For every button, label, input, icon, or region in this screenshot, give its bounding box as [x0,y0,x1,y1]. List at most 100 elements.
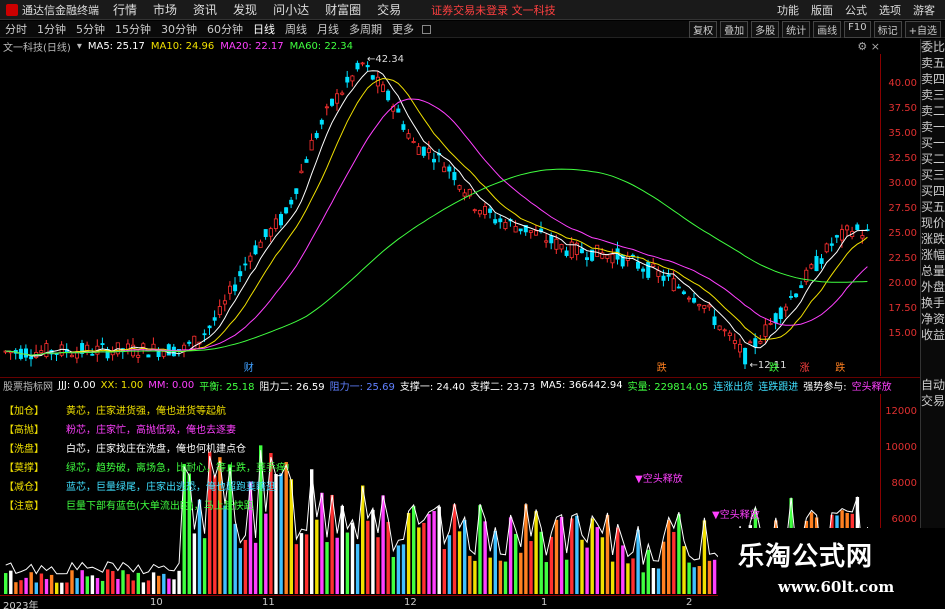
legend-desc: 绿芯，趋势破，离场急，比耐心，等止跌，莫手痒! [66,463,291,474]
volume-bar [565,559,569,594]
volume-bar [39,573,44,594]
menu-item-news[interactable]: 资讯 [185,1,225,18]
candle-body [794,293,799,298]
candle-body [161,351,166,357]
period-tab[interactable]: 分时 [0,21,32,37]
f10-button[interactable]: F10 [844,20,871,38]
candle-body [273,218,278,229]
legend-desc: 白芯，庄家找庄在洗盘，俺也何机建点仓 [66,444,246,455]
volume-bar [712,559,717,594]
candle-body [365,65,370,68]
price-tick: 20.00 [888,278,917,289]
volume-bar [473,560,477,594]
side-tab[interactable]: 卖四 [921,71,945,87]
period-tab[interactable]: 1分钟 [32,21,71,37]
price-tick: 40.00 [888,78,917,89]
period-tab[interactable]: 60分钟 [202,21,248,37]
legend-tag: 【莫撑】 [4,463,44,474]
ma60-line [5,168,868,356]
side-tab[interactable]: 现价 [921,215,945,231]
side-tab[interactable]: 委比 [921,39,945,55]
side-tab[interactable]: 涨幅 [921,247,945,263]
period-bar: 分时 1分钟 5分钟 15分钟 30分钟 60分钟 日线 周线 月线 多周期 更… [0,20,945,38]
period-tab[interactable]: 周线 [280,21,312,37]
period-tab[interactable]: 多周期 [344,21,387,37]
app-logo-icon [6,3,18,16]
menu-item-discover[interactable]: 发现 [225,1,265,18]
draw-line-button[interactable]: 画线 [813,20,842,38]
legend-tag: 【加仓】 [4,406,44,417]
side-tab[interactable]: 换手 [921,295,945,311]
candle-body [773,313,778,324]
side-tab[interactable]: 卖一 [921,119,945,135]
volume-bar [631,558,635,594]
multi-stock-button[interactable]: 多股 [751,20,780,38]
price-axis: 40.00 37.50 35.00 32.50 30.00 27.50 25.00 22.50… [880,54,920,376]
menu-item-trade[interactable]: 交易 [369,1,409,18]
candle-body [360,62,365,65]
menu-options[interactable]: 选项 [879,2,901,18]
candle-body [248,255,253,262]
menu-formula[interactable]: 公式 [845,2,867,18]
app-logo: 通达信金融终端 [0,2,105,18]
menu-item-wealth[interactable]: 财富圈 [317,1,369,18]
watermark-url: www.60lt.com [778,578,895,596]
volume-bar [672,531,676,594]
side-tab[interactable]: 卖三 [921,87,945,103]
volume-bar [177,570,181,594]
side-tab[interactable]: 买五 [921,199,945,215]
side-tab[interactable]: 自动 [921,377,945,393]
side-tab[interactable]: 买四 [921,183,945,199]
side-tab[interactable]: 总量 [921,263,945,279]
volume-bar [157,575,161,594]
balance-value: 平衡: 25.18 [199,382,255,393]
candle-body [738,343,743,353]
volume-bar [661,541,666,594]
side-tab[interactable]: 买一 [921,135,945,151]
period-tab[interactable]: 5分钟 [71,21,110,37]
more-checkbox[interactable] [422,24,431,34]
side-tab[interactable]: 涨跌 [921,231,945,247]
menu-item-quotes[interactable]: 行情 [105,1,145,18]
app-name: 通达信金融终端 [22,3,99,17]
period-tab-daily[interactable]: 日线 [248,21,280,37]
menu-function[interactable]: 功能 [777,2,799,18]
restore-rights-button[interactable]: 复权 [689,20,718,38]
short-release-label: ▼空头释放 [712,508,760,521]
event-marker: 跌 [769,361,779,374]
menu-item-market[interactable]: 市场 [145,1,185,18]
side-tab[interactable]: 卖二 [921,103,945,119]
menu-layout[interactable]: 版面 [811,2,833,18]
side-tab[interactable]: 买三 [921,167,945,183]
statistics-button[interactable]: 统计 [782,20,811,38]
side-tab[interactable]: 净资 [921,311,945,327]
candle-body [666,274,671,277]
menu-guest[interactable]: 游客 [913,2,935,18]
side-tab[interactable]: 交易 [921,393,945,409]
period-tab[interactable]: 月线 [312,21,344,37]
side-tab[interactable]: 买二 [921,151,945,167]
volume-bar [697,566,701,594]
period-tab[interactable]: 30分钟 [156,21,202,37]
overlay-button[interactable]: 叠加 [720,20,749,38]
mark-button[interactable]: 标记 [873,20,902,38]
menu-item-ask[interactable]: 问小达 [265,1,317,18]
sub-indicator-name[interactable]: 股票指标网 [3,378,53,393]
side-tab[interactable]: 卖五 [921,55,945,71]
side-tab[interactable]: 外盘 [921,279,945,295]
login-notice[interactable]: 证券交易未登录 文一科技 [431,2,556,18]
candle-body [763,324,768,337]
candle-body [380,84,385,92]
volume-bar [468,555,472,594]
side-tab[interactable]: 收益 [921,327,945,343]
volume-bar [223,505,227,594]
period-tab[interactable]: 15分钟 [110,21,156,37]
settings-icon[interactable]: ⚙ × [857,40,920,53]
candle-body [39,350,44,354]
dropdown-icon[interactable]: ▾ [77,41,82,52]
candlestick-chart[interactable]: ←42.34 ←12.11 财 跌 跌 涨 跌 [0,54,880,376]
volume-bar [463,519,467,594]
period-tab-more[interactable]: 更多 [387,21,419,37]
add-watchlist-button[interactable]: +自选 [904,20,941,38]
legend-desc: 蓝芯，巨量绿尾，庄家出逃恐，俺也超跑莫瞎逛 [66,482,276,493]
